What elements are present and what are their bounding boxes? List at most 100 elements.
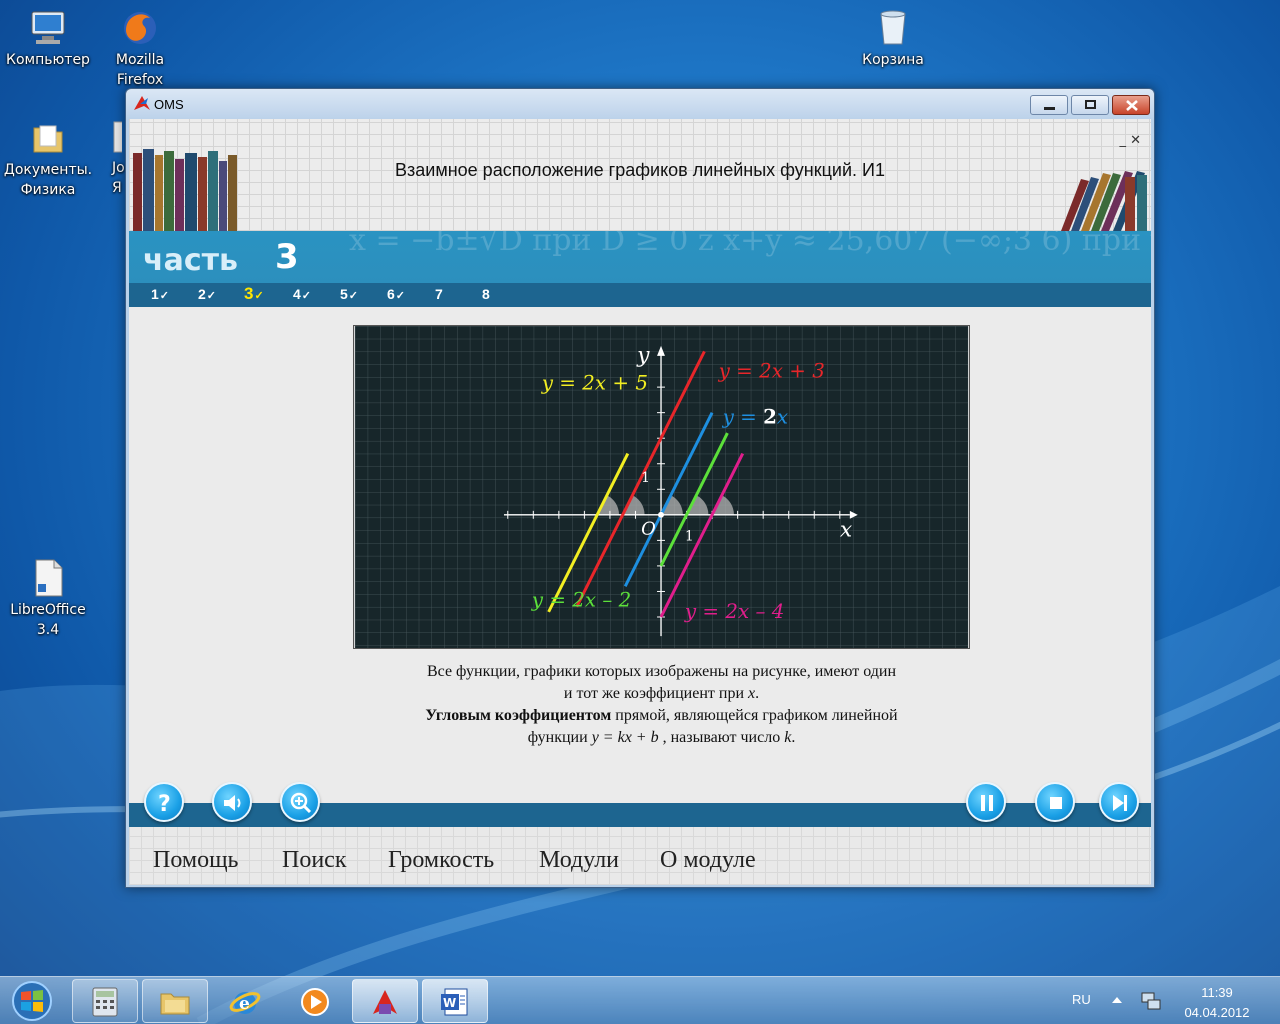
help-button[interactable]: ? (144, 782, 184, 822)
part-number: 3 (275, 237, 299, 277)
check-icon: ✓ (301, 290, 312, 302)
step-4[interactable]: 4✓ (293, 286, 311, 302)
folder-icon (33, 125, 63, 153)
step-3-current[interactable]: 3✓ (244, 284, 264, 304)
calculator-icon (92, 987, 118, 1017)
step-number: 4 (293, 286, 301, 302)
svg-text:e: e (239, 994, 250, 1014)
lesson-caption: Все функции, графики которых изображены … (353, 661, 970, 749)
desktop-icon-partial[interactable]: Jo Я (92, 118, 126, 198)
origin-label: O (641, 519, 656, 540)
explorer-icon (160, 993, 190, 1015)
step-6[interactable]: 6✓ (387, 286, 405, 302)
line-label-2x-minus-2: y = 2x – 2 (531, 588, 632, 611)
banner-formula-decor: x = −b±√D при D ≥ 0 z x+y ≈ 25,607 (−∞;3… (349, 231, 1151, 258)
line-label-2x-minus-4: y = 2x – 4 (684, 600, 785, 623)
x-unit-label: 1 (685, 529, 694, 545)
step-8[interactable]: 8 (482, 286, 490, 302)
language-indicator[interactable]: RU (1072, 992, 1091, 1007)
step-7[interactable]: 7 (435, 286, 443, 302)
bottom-menu: Помощь Поиск Громкость Модули О модуле (129, 827, 1151, 885)
desktop-icon-label: Компьютер (6, 52, 90, 68)
zoom-button[interactable] (280, 782, 320, 822)
stop-icon (1050, 797, 1062, 809)
taskbar-media-player[interactable] (282, 979, 348, 1023)
x-axis-label: x (840, 518, 852, 543)
libreoffice-icon (35, 559, 63, 597)
desktop-icon-label: Jo Я (112, 160, 125, 196)
desktop-icon-label: Mozilla Firefox (115, 52, 165, 88)
computer-icon (31, 11, 65, 44)
lesson-window-controls[interactable]: _ ✕ (1119, 133, 1141, 148)
pause-icon (981, 795, 993, 811)
maximize-button[interactable] (1071, 95, 1109, 115)
word-icon: W (441, 988, 468, 1016)
books-right-decor (1061, 171, 1147, 231)
desktop-icon-documents[interactable]: Документы. Физика (0, 118, 96, 200)
recycle-bin-icon (880, 10, 906, 45)
zoom-in-icon (290, 792, 312, 814)
step-number: 7 (435, 286, 443, 302)
step-1[interactable]: 1✓ (151, 286, 169, 302)
step-number: 3 (244, 284, 254, 303)
step-number: 6 (387, 286, 395, 302)
start-button[interactable] (4, 979, 60, 1023)
line-label-2x-plus-3: y = 2x + 3 (718, 360, 825, 383)
menu-search[interactable]: Поиск (282, 847, 347, 874)
desktop-icon-computer[interactable]: Компьютер (0, 8, 96, 70)
window-title: OMS (154, 97, 184, 112)
check-icon: ✓ (206, 290, 217, 302)
volume-button[interactable] (212, 782, 252, 822)
taskbar-word[interactable]: W (422, 979, 488, 1023)
desktop-icon-label: LibreOffice 3.4 (10, 602, 86, 638)
check-icon: ✓ (395, 290, 406, 302)
step-5[interactable]: 5✓ (340, 286, 358, 302)
oms-content: Взаимное расположение графиков линейных … (129, 119, 1151, 885)
taskbar-calculator[interactable] (72, 979, 138, 1023)
taskbar-internet-explorer[interactable]: e (212, 979, 278, 1023)
svg-text:?: ? (158, 792, 171, 814)
speaker-icon (224, 795, 241, 811)
firefox-icon (124, 12, 156, 44)
taskbar: e W RU 11:39 04.04.2012 (0, 976, 1280, 1024)
svg-text:W: W (443, 996, 456, 1010)
step-number: 5 (340, 286, 348, 302)
desktop-icon-firefox[interactable]: Mozilla Firefox (92, 8, 188, 90)
network-icon[interactable] (1140, 991, 1162, 1011)
y-axis-label: y (636, 343, 650, 368)
oms-window: OMS Взаимное расположение графиков линей… (125, 88, 1155, 888)
desktop-icon-label: Корзина (862, 52, 924, 68)
check-icon: ✓ (348, 290, 359, 302)
menu-volume[interactable]: Громкость (388, 847, 494, 874)
minimize-button[interactable] (1030, 95, 1068, 115)
caption-line: функции y = kx + b , называют число k. (527, 729, 796, 746)
taskbar-oms[interactable] (352, 979, 418, 1023)
next-button[interactable] (1099, 782, 1139, 822)
part-label: часть (143, 243, 238, 278)
question-icon: ? (158, 792, 171, 814)
taskbar-explorer[interactable] (142, 979, 208, 1023)
show-hidden-icons-icon[interactable] (1110, 995, 1124, 1005)
step-2[interactable]: 2✓ (198, 286, 216, 302)
step-number: 8 (482, 286, 490, 302)
system-clock[interactable]: 11:39 04.04.2012 (1180, 983, 1254, 1023)
window-titlebar[interactable]: OMS (126, 89, 1154, 119)
stop-button[interactable] (1035, 782, 1075, 822)
menu-help[interactable]: Помощь (153, 847, 239, 874)
caption-line: и тот же коэффициент при x. (563, 685, 760, 702)
menu-modules[interactable]: Модули (539, 847, 619, 874)
lesson-title: Взаимное расположение графиков линейных … (395, 160, 885, 180)
check-icon: ✓ (159, 290, 170, 302)
menu-about-module[interactable]: О модуле (660, 847, 756, 874)
line-label-2x: y = 2x (722, 404, 789, 428)
desktop-icon-recycle-bin[interactable]: Корзина (845, 8, 941, 70)
pause-button[interactable] (966, 782, 1006, 822)
close-icon (1126, 100, 1138, 111)
clock-date: 04.04.2012 (1184, 1005, 1250, 1020)
desktop-icon-libreoffice[interactable]: LibreOffice 3.4 (0, 558, 96, 640)
close-button[interactable] (1112, 95, 1150, 115)
line-label-2x-plus-5: y = 2x + 5 (541, 372, 648, 395)
check-icon: ✓ (254, 290, 264, 302)
media-player-icon (301, 988, 329, 1016)
step-number: 1 (151, 286, 159, 302)
